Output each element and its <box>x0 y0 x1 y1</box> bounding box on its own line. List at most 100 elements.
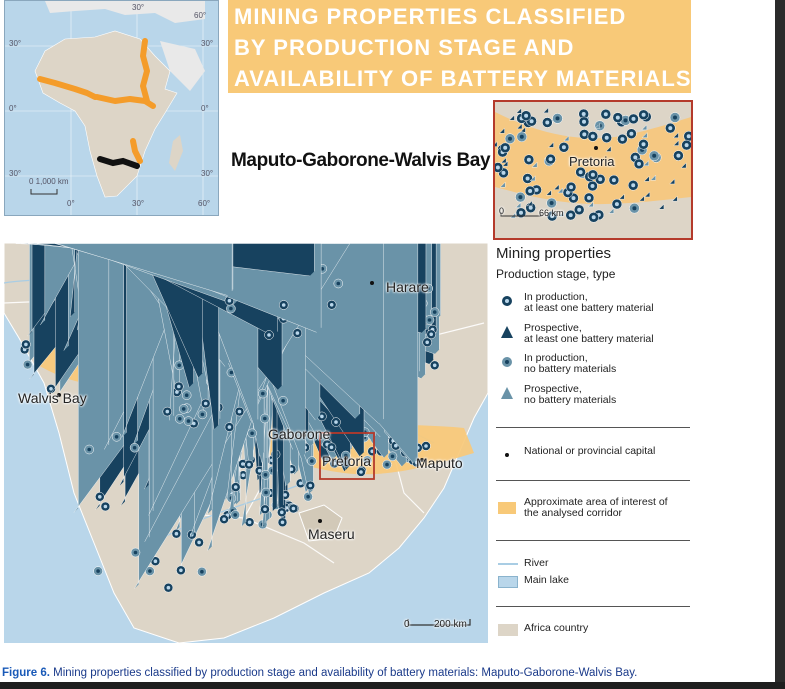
mine-center-dot <box>652 153 657 158</box>
mine-center-dot <box>267 333 271 337</box>
title-line-1: MINING PROPERTIES CLASSIFIED <box>234 4 627 29</box>
mine-center-dot <box>578 170 583 175</box>
mine-center-dot <box>241 473 245 477</box>
zoom-scale-zero: 0 <box>499 206 505 216</box>
scale-label: 0 1,000 km <box>29 177 69 186</box>
city-label-maputo: Maputo <box>416 455 463 471</box>
mine-center-dot <box>310 459 314 463</box>
mine-center-dot <box>668 126 673 131</box>
mine-center-dot <box>686 134 691 139</box>
mine-center-dot <box>184 393 189 397</box>
mine-center-dot <box>320 414 324 419</box>
mine-center-dot <box>281 398 285 403</box>
mine-center-dot <box>548 157 553 162</box>
lon-label-top: 60° <box>194 11 207 20</box>
mine-center-dot <box>684 143 689 148</box>
legend-country: Africa country <box>496 621 686 637</box>
mine-center-dot <box>334 420 338 424</box>
in-production-none-icon <box>502 357 512 367</box>
mine-center-dot <box>620 137 625 142</box>
mine-center-dot <box>132 445 137 450</box>
mine-center-dot <box>174 531 179 536</box>
lon-label: 0° <box>67 199 75 208</box>
scale-zero: 0 <box>404 619 410 630</box>
legend-title: Mining properties <box>496 245 612 262</box>
corridor-subtitle: Maputo-Gaborone-Walvis Bay <box>231 150 491 171</box>
mine-center-dot <box>673 115 677 120</box>
mine-center-dot <box>582 119 586 124</box>
mine-center-dot <box>631 116 636 121</box>
mine-center-dot <box>25 362 30 367</box>
legend-text: Main lake <box>524 574 569 586</box>
title-line-3: AVAILABILITY OF BATTERY MATERIALS <box>234 66 692 91</box>
mine-center-dot <box>200 412 205 417</box>
mine-center-dot <box>229 306 233 311</box>
mine-center-dot <box>615 115 620 120</box>
city-label-pretoria: Pretoria <box>322 453 372 469</box>
lat-label: 30° <box>9 39 22 48</box>
mine-center-dot <box>503 145 508 150</box>
mine-center-dot <box>424 444 428 448</box>
legend-text: Africa country <box>524 622 589 634</box>
mine-center-dot <box>250 431 254 436</box>
lon-label: 30° <box>132 199 145 208</box>
mine-center-dot <box>179 568 183 573</box>
legend-divider <box>496 427 690 428</box>
mine-center-dot <box>568 213 573 218</box>
legend-lake: Main lake <box>496 573 686 589</box>
mine-center-dot <box>495 165 500 170</box>
mine-center-dot <box>571 196 576 201</box>
mine-center-dot <box>222 517 226 521</box>
mine-center-dot <box>591 215 596 220</box>
city-label-walvis-bay: Walvis Bay <box>18 390 87 406</box>
mine-center-dot <box>611 178 616 183</box>
mine-center-dot <box>24 342 28 347</box>
mine-center-dot <box>229 370 234 375</box>
mine-center-dot <box>298 481 303 486</box>
mine-center-dot <box>633 155 638 160</box>
mine-center-dot <box>247 520 252 524</box>
lake-swatch <box>498 576 518 588</box>
zoom-city-label: Pretoria <box>569 154 615 169</box>
main-corridor-map: Harare Walvis Bay Gaborone Pretoria Mapu… <box>4 243 488 643</box>
mine-center-dot <box>641 112 646 117</box>
mine-center-dot <box>281 303 286 307</box>
mine-center-dot <box>264 490 268 495</box>
mine-center-dot <box>590 172 595 177</box>
mine-center-dot <box>561 145 566 150</box>
mine-center-dot <box>425 340 430 345</box>
title-banner: MINING PROPERTIES CLASSIFIED BY PRODUCTI… <box>228 0 691 93</box>
legend-divider <box>496 540 690 541</box>
mine-center-dot <box>525 176 530 181</box>
legend-text-line2: at least one battery material <box>524 302 654 314</box>
mine-center-dot <box>186 419 191 423</box>
mine-center-dot <box>432 363 437 368</box>
mine-center-dot <box>676 153 681 158</box>
mine-center-dot <box>555 116 560 121</box>
legend-text: National or provincial capital <box>524 445 656 457</box>
legend-text-line2: the analysed corridor <box>524 507 623 519</box>
in-production-battery-icon <box>502 296 512 306</box>
mine-center-dot <box>526 157 531 162</box>
lat-label: 0° <box>9 104 17 113</box>
mine-center-dot <box>604 135 609 140</box>
mine-center-dot <box>581 112 586 116</box>
mine-center-dot <box>178 417 182 421</box>
prospective-none-icon <box>501 387 513 399</box>
city-label-maseru: Maseru <box>308 526 355 542</box>
mine-center-dot <box>233 513 237 517</box>
mine-center-dot <box>518 195 523 200</box>
mine-center-dot <box>263 507 267 512</box>
legend-divider <box>496 606 690 607</box>
legend-text-line2: no battery materials <box>524 363 617 375</box>
mine-center-dot <box>197 540 201 545</box>
legend-river: River <box>496 556 686 572</box>
mine-center-dot <box>528 189 533 193</box>
mine-center-dot <box>306 494 310 499</box>
mine-center-dot <box>529 119 534 124</box>
legend-prospective-battery: Prospective, at least one battery materi… <box>496 321 686 351</box>
mine-center-dot <box>103 504 108 509</box>
mine-center-dot <box>233 485 238 489</box>
mine-center-dot <box>291 506 296 511</box>
mine-center-dot <box>590 184 595 188</box>
